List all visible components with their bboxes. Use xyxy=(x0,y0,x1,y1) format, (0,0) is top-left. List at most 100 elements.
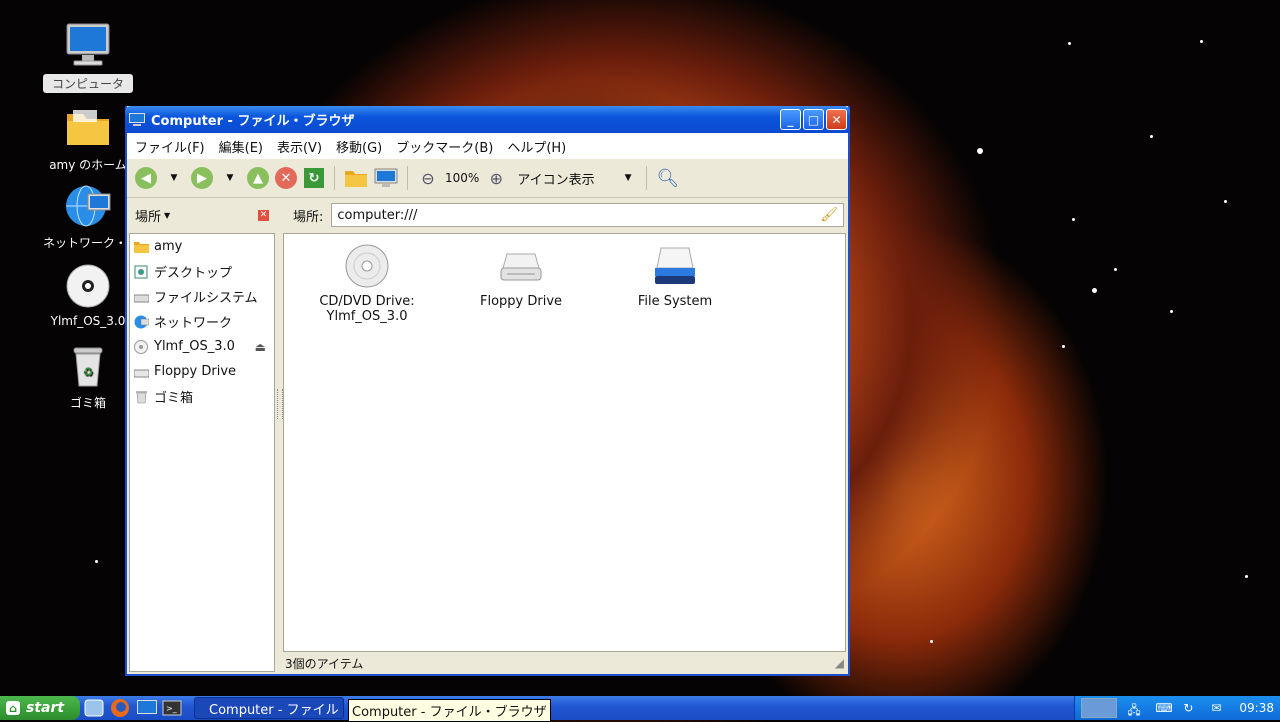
file-item-floppy-drive[interactable]: Floppy Drive xyxy=(456,242,586,309)
search-button[interactable]: 🔍︎ xyxy=(656,165,679,191)
location-label: 場所: xyxy=(293,209,324,225)
home-button[interactable] xyxy=(344,165,368,191)
hard-drive-icon xyxy=(651,242,699,290)
forward-button[interactable]: ▶ xyxy=(191,165,213,191)
resize-grip-icon[interactable]: ◢ xyxy=(835,656,844,670)
menu-go[interactable]: 移動(G) xyxy=(336,137,382,156)
sidebar-item-label: Floppy Drive xyxy=(154,364,237,379)
sidebar-type-dropdown[interactable]: 場所 ▼ xyxy=(135,206,170,225)
file-view[interactable]: CD/DVD Drive: Ylmf_OS_3.0 Floppy Drive F… xyxy=(283,233,846,652)
star xyxy=(1224,200,1227,203)
up-button[interactable]: ▲ xyxy=(247,165,269,191)
quicklaunch-browser[interactable] xyxy=(84,698,106,718)
zoom-out-icon: ⊖ xyxy=(421,168,435,188)
maximize-button[interactable]: □ xyxy=(803,109,824,130)
workspace-switcher[interactable] xyxy=(1081,698,1118,718)
update-icon[interactable]: ↻ xyxy=(1183,701,1201,715)
floppy-icon xyxy=(134,369,149,377)
sidebar-close-button[interactable]: ✕ xyxy=(258,209,269,221)
places-list: amy デスクトップ ファイルシステム ネットワーク Ylmf_OS_3.0 ⏏… xyxy=(129,233,275,672)
close-icon: ✕ xyxy=(831,112,842,127)
quicklaunch-desktop[interactable] xyxy=(136,698,158,718)
sidebar-item-filesystem[interactable]: ファイルシステム xyxy=(130,284,274,309)
chevron-down-icon: ▼ xyxy=(170,173,178,183)
back-button[interactable]: ◀ xyxy=(135,165,157,191)
file-item-label: Floppy Drive xyxy=(479,294,563,309)
search-icon: 🔍︎ xyxy=(656,167,680,189)
sidebar-item-ylmf-os[interactable]: Ylmf_OS_3.0 ⏏ xyxy=(130,334,274,359)
clear-brush-icon[interactable]: 🖌︎ xyxy=(820,207,838,223)
minimize-button[interactable]: _ xyxy=(780,109,801,130)
file-item-cd-drive[interactable]: CD/DVD Drive: Ylmf_OS_3.0 xyxy=(302,242,432,324)
close-button[interactable]: ✕ xyxy=(826,109,847,130)
zoom-in-button[interactable]: ⊕ xyxy=(485,165,507,191)
menu-help[interactable]: ヘルプ(H) xyxy=(507,137,566,156)
file-item-label-line2: Ylmf_OS_3.0 xyxy=(326,309,408,324)
reload-button[interactable]: ↻ xyxy=(303,165,325,191)
home-folder-icon xyxy=(134,241,149,253)
cd-icon xyxy=(134,339,148,354)
sidebar-item-floppy[interactable]: Floppy Drive xyxy=(130,359,274,384)
desktop-icon-network[interactable]: ネットワーク・サーバ xyxy=(43,182,133,251)
sidebar-item-network[interactable]: ネットワーク xyxy=(130,309,274,334)
system-tray: 🖧︎ ⌨︎ ↻ ✉︎ 09:38 xyxy=(1074,696,1280,720)
sidebar-item-label: Ylmf_OS_3.0 xyxy=(154,339,235,354)
browser-icon xyxy=(84,699,104,717)
desktop-icon-trash[interactable]: ♻ ゴミ箱 xyxy=(43,342,133,411)
cd-drive-icon xyxy=(343,242,391,290)
file-item-file-system[interactable]: File System xyxy=(610,242,740,309)
menu-file[interactable]: ファイル(F) xyxy=(135,137,205,156)
location-value: computer:/// xyxy=(337,207,418,223)
network-status-icon[interactable]: 🖧︎ xyxy=(1127,701,1145,717)
minimize-icon: _ xyxy=(787,112,794,127)
location-input[interactable]: computer:/// 🖌︎ xyxy=(331,203,844,227)
window-titlebar[interactable]: Computer - ファイル・ブラウザ _ □ ✕ xyxy=(125,106,850,133)
chevron-down-icon: ▼ xyxy=(164,210,171,220)
mail-icon[interactable]: ✉︎ xyxy=(1211,701,1229,715)
start-button[interactable]: ⌂ start xyxy=(0,696,80,720)
desktop-icon-label: amy のホーム xyxy=(49,158,127,172)
sidebar: 場所 ▼ ✕ amy デスクトップ ファイルシステム ネットワーク Ylmf_O… xyxy=(127,199,275,674)
firefox-icon xyxy=(111,699,129,717)
keyboard-icon[interactable]: ⌨︎ xyxy=(1155,701,1173,715)
browser-main: 場所 ▼ ✕ amy デスクトップ ファイルシステム ネットワーク Ylmf_O… xyxy=(127,199,848,674)
desktop-icon-home[interactable]: amy のホーム xyxy=(43,104,133,173)
menu-edit[interactable]: 編集(E) xyxy=(219,137,263,156)
zoom-out-button[interactable]: ⊖ xyxy=(417,165,439,191)
trash-icon xyxy=(136,390,147,403)
content-pane: 場所: computer:/// 🖌︎ CD/DVD Drive: Ylmf_O… xyxy=(283,199,848,674)
toolbar: ◀ ▼ ▶ ▼ ▲ ✕ ↻ ⊖ 100% ⊕ アイコン表示 ▼ 🔍︎ xyxy=(127,159,848,198)
zoom-in-icon: ⊕ xyxy=(489,168,504,188)
desktop-icon-label: Ylmf_OS_3.0 xyxy=(50,314,126,328)
window-computer-icon xyxy=(129,112,145,126)
sidebar-item-desktop[interactable]: デスクトップ xyxy=(130,259,274,284)
desktop-icon-label: コンピュータ xyxy=(43,74,133,93)
star xyxy=(977,148,983,154)
star xyxy=(1068,42,1071,45)
forward-history-dropdown[interactable]: ▼ xyxy=(219,165,241,191)
stop-button[interactable]: ✕ xyxy=(275,165,297,191)
sidebar-item-label: amy xyxy=(154,239,183,254)
computer-icon xyxy=(374,168,398,187)
desktop-icon-computer[interactable]: コンピュータ xyxy=(43,22,133,93)
sidebar-item-trash[interactable]: ゴミ箱 xyxy=(130,384,274,409)
quicklaunch-terminal[interactable]: >_ xyxy=(162,698,184,718)
chevron-down-icon: ▼ xyxy=(624,173,632,183)
back-history-dropdown[interactable]: ▼ xyxy=(163,165,185,191)
quicklaunch-firefox[interactable] xyxy=(110,698,132,718)
task-tooltip: Computer - ファイル・ブラウザ xyxy=(348,699,551,722)
view-mode-select[interactable]: アイコン表示 ▼ xyxy=(513,165,637,191)
menu-view[interactable]: 表示(V) xyxy=(277,137,322,156)
task-file-browser[interactable]: Computer - ファイル・ブラウザ xyxy=(194,697,344,719)
menu-bookmarks[interactable]: ブックマーク(B) xyxy=(396,137,493,156)
drive-icon xyxy=(134,294,149,302)
sidebar-item-amy[interactable]: amy xyxy=(130,234,274,259)
clock[interactable]: 09:38 xyxy=(1239,701,1274,715)
desktop-icon-label: ネットワーク・サーバ xyxy=(43,236,133,250)
sidebar-item-label: デスクトップ xyxy=(154,266,233,281)
computer-button[interactable] xyxy=(374,165,398,191)
eject-icon[interactable]: ⏏ xyxy=(255,340,266,354)
zoom-level[interactable]: 100% xyxy=(445,165,479,191)
file-browser-window: Computer - ファイル・ブラウザ _ □ ✕ ファイル(F) 編集(E)… xyxy=(125,106,850,676)
desktop-icon-cd[interactable]: Ylmf_OS_3.0 xyxy=(43,262,133,328)
